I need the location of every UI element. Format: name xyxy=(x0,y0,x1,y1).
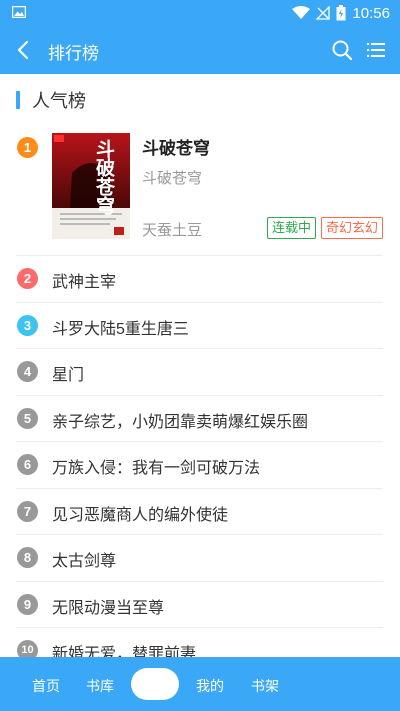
book-title: 无限动漫当至尊 xyxy=(52,600,165,617)
rank-badge: 3 xyxy=(17,315,38,336)
list-item[interactable]: 3 斗罗大陆5重生唐三 xyxy=(0,303,400,349)
book-title: 见习恶魔商人的编外使徒 xyxy=(52,507,229,524)
rank-badge: 9 xyxy=(17,594,38,615)
book-cover: 斗破苍穹 xyxy=(52,133,130,239)
rank-badge: 8 xyxy=(17,547,38,568)
image-icon xyxy=(12,6,26,18)
book-title: 武神主宰 xyxy=(52,274,117,291)
list-item[interactable]: 5 亲子综艺，小奶团靠卖萌爆红娱乐圈 xyxy=(0,396,400,442)
rank-badge: 6 xyxy=(17,454,38,475)
list-item[interactable]: 2 武神主宰 xyxy=(0,256,400,302)
rank-badge: 5 xyxy=(17,408,38,429)
app-bar: 排行榜 xyxy=(0,26,400,74)
rank-badge: 4 xyxy=(17,361,38,382)
section-accent-bar xyxy=(16,91,20,109)
status-bar: 10:56 xyxy=(0,0,400,26)
list-item[interactable]: 4 星门 xyxy=(0,349,400,395)
rank-badge: 7 xyxy=(17,501,38,522)
book-title: 斗罗大陆5重生唐三 xyxy=(52,321,189,338)
list-menu-icon[interactable] xyxy=(364,38,388,62)
nav-library[interactable]: 书库 xyxy=(86,676,114,696)
rank-badge: 2 xyxy=(17,268,38,289)
genre-badge: 奇幻玄幻 xyxy=(321,217,384,239)
status-badge: 连载中 xyxy=(267,217,317,239)
wifi-icon xyxy=(292,6,311,19)
bottom-nav: 首页 书库 我的 书架 xyxy=(0,657,400,711)
list-item[interactable]: 7 见习恶魔商人的编外使徒 xyxy=(0,489,400,535)
section-title: 人气榜 xyxy=(32,91,86,111)
status-time: 10:56 xyxy=(352,4,390,22)
list-item[interactable]: 6 万族入侵：我有一剑可破万法 xyxy=(0,442,400,488)
battery-icon xyxy=(336,5,346,21)
book-title: 亲子综艺，小奶团靠卖萌爆红娱乐圈 xyxy=(52,414,309,431)
book-title: 万族入侵：我有一剑可破万法 xyxy=(52,460,261,477)
nav-home[interactable]: 首页 xyxy=(32,676,60,696)
section-header: 人气榜 xyxy=(16,90,86,111)
book-title: 斗破苍穹 xyxy=(142,139,210,158)
rank-badge: 1 xyxy=(17,137,38,158)
no-signal-icon xyxy=(316,6,331,20)
list-item[interactable]: 8 太古剑尊 xyxy=(0,535,400,581)
book-title: 星门 xyxy=(52,367,85,384)
book-title: 太古剑尊 xyxy=(52,553,117,570)
back-icon[interactable] xyxy=(12,38,36,62)
list-item[interactable]: 9 无限动漫当至尊 xyxy=(0,582,400,628)
nav-shelf[interactable]: 书架 xyxy=(251,676,279,696)
book-cover-title: 斗破苍穹 xyxy=(93,139,115,215)
top-book-item[interactable]: 1 斗破苍穹 斗破苍穹 斗破苍穹 天蚕土豆 连载中 奇幻玄幻 xyxy=(0,128,400,256)
nav-mine[interactable]: 我的 xyxy=(196,676,224,696)
book-subtitle: 斗破苍穹 xyxy=(142,170,203,187)
nav-center-button[interactable] xyxy=(131,668,179,700)
page-title: 排行榜 xyxy=(48,44,99,63)
search-icon[interactable] xyxy=(330,38,354,62)
book-author: 天蚕土豆 xyxy=(142,222,203,239)
